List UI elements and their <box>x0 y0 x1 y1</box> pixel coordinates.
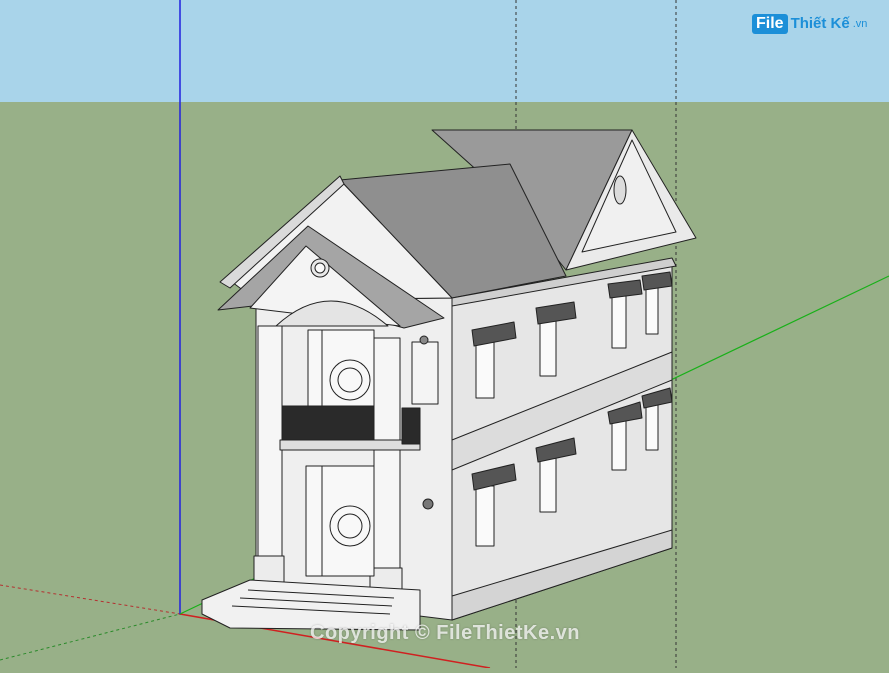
gable-oculus-inner <box>314 262 326 274</box>
logo-box: File <box>752 14 788 34</box>
column-left <box>257 325 283 589</box>
wall-lamp-upper <box>419 335 429 345</box>
wall-lamp-lower <box>422 498 434 510</box>
balcony-slab <box>279 439 421 451</box>
logo-text: Thiết Kế <box>790 15 850 32</box>
rear-gable-oculus <box>613 175 627 205</box>
balcony-railing-side <box>401 407 421 445</box>
watermark-logo: File Thiết Kế .vn <box>752 14 867 34</box>
lower-door <box>305 465 375 577</box>
scene-canvas[interactable] <box>0 0 889 669</box>
copyright-watermark: Copyright © FileThietKe.vn <box>310 622 580 644</box>
front-wall-panel <box>411 341 439 405</box>
column-right <box>373 337 401 591</box>
3d-viewport[interactable] <box>0 0 889 669</box>
balcony-railing <box>281 405 375 441</box>
logo-suffix: .vn <box>852 18 868 30</box>
